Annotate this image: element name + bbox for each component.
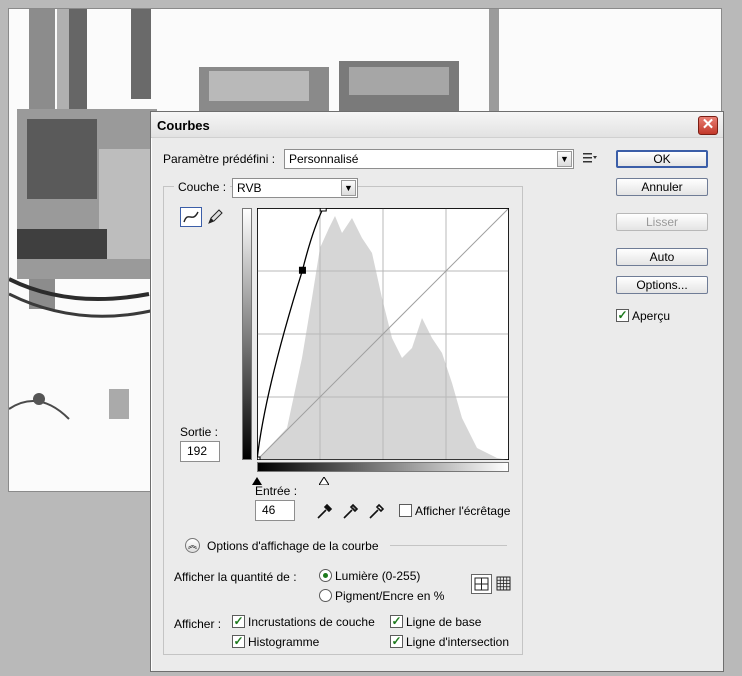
close-icon: ✕ [701,116,715,133]
light-label: Lumière (0-255) [335,569,421,583]
collapse-chevron-icon[interactable]: ︽ [185,538,200,553]
channel-overlays-label: Incrustations de couche [248,615,375,629]
dialog-title: Courbes [157,118,210,133]
channel-label: Couche : [174,180,231,194]
white-point-slider[interactable] [318,474,330,488]
dialog-titlebar: Courbes ✕ [151,112,723,138]
grid-10x10-icon[interactable] [496,576,512,592]
cancel-button[interactable]: Annuler [616,178,708,196]
chevron-down-icon: ▼ [341,180,356,196]
chevron-down-icon: ▼ [557,151,572,167]
curve-control-point[interactable] [298,266,306,274]
curve-graph[interactable] [253,204,510,464]
pencil-icon [208,209,223,224]
histogram-checkbox[interactable]: ✓ [232,635,245,648]
pigment-radio[interactable] [319,589,332,602]
options-divider [390,545,507,546]
preview-checkbox[interactable]: ✓ [616,309,629,322]
black-eyedropper-icon[interactable] [316,502,334,523]
curve-point-icon [183,211,199,223]
close-button[interactable]: ✕ [698,116,718,135]
input-label: Entrée : [255,484,298,498]
baseline-label: Ligne de base [406,615,482,629]
histogram-label: Histogramme [248,635,320,649]
white-eyedropper-icon[interactable] [368,502,386,523]
gray-eyedropper-icon[interactable] [342,502,360,523]
grid-4x4-icon[interactable] [471,574,492,594]
auto-button[interactable]: Auto [616,248,708,266]
channel-overlays-checkbox[interactable]: ✓ [232,615,245,628]
show-label: Afficher : [174,617,222,631]
preset-label: Paramètre prédéfini : [163,152,276,166]
smooth-button[interactable]: Lisser [616,213,708,231]
preview-label: Aperçu [632,309,671,323]
pencil-tool[interactable] [206,208,224,226]
show-clipping-label: Afficher l'écrêtage [415,504,511,518]
baseline-checkbox[interactable]: ✓ [390,615,403,628]
show-amount-label: Afficher la quantité de : [174,570,297,584]
output-gradient-bar [242,208,252,460]
show-clipping-checkbox[interactable] [399,504,412,517]
pigment-label: Pigment/Encre en % [335,589,445,603]
curve-graph-svg [253,204,510,464]
ok-button[interactable]: OK [616,150,708,168]
curve-options-label: Options d'affichage de la courbe [207,539,379,553]
light-radio[interactable] [319,569,332,582]
input-gradient-bar [257,462,509,472]
output-label: Sortie : [180,425,219,439]
input-field[interactable]: 46 [255,500,295,521]
intersection-checkbox[interactable]: ✓ [390,635,403,648]
options-button[interactable]: Options... [616,276,708,294]
channel-select[interactable]: RVB ▼ [232,178,358,198]
output-field[interactable]: 192 [180,441,220,462]
preset-value: Personnalisé [289,152,359,166]
intersection-label: Ligne d'intersection [406,635,510,649]
list-menu-icon[interactable] [583,152,597,164]
curve-point-tool[interactable] [180,207,202,227]
preset-select[interactable]: Personnalisé ▼ [284,149,574,169]
channel-value: RVB [237,181,262,195]
